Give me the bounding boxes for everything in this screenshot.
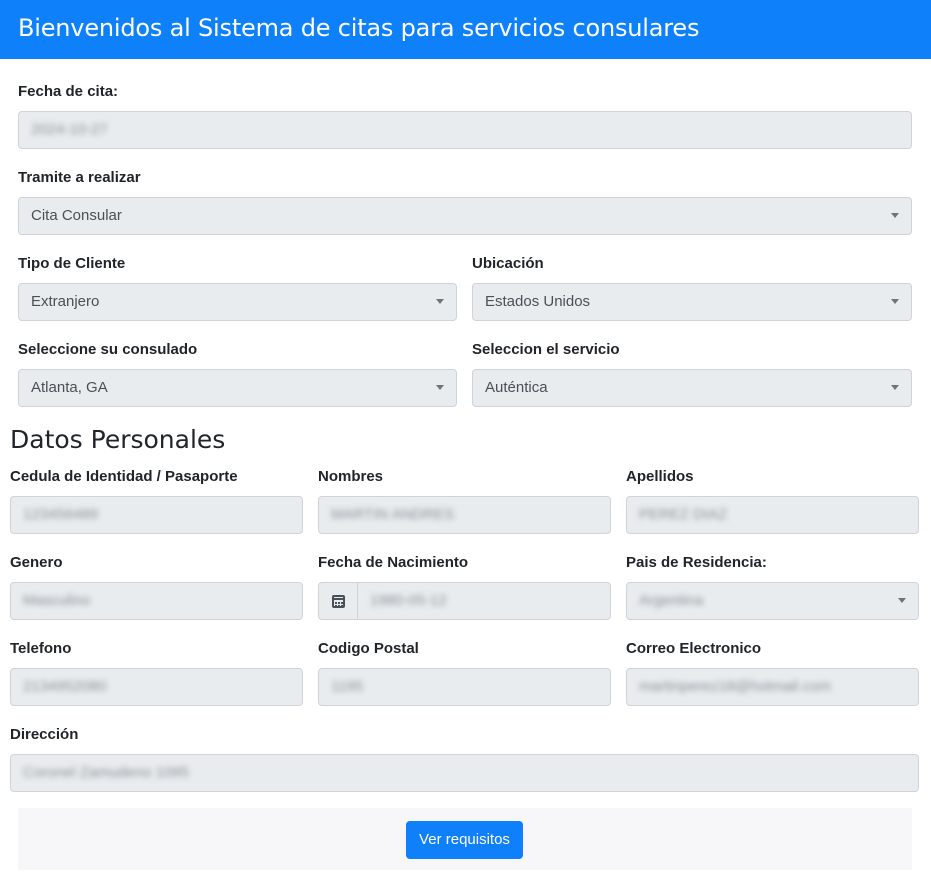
servicio-label: Seleccion el servicio [472, 341, 620, 358]
telefono-value: 2134952080 [23, 678, 107, 695]
fecha-cita-field[interactable]: 2024-10-27 [18, 111, 912, 149]
genero-label: Genero [10, 554, 63, 571]
correo-input[interactable]: martinperez18@hotmail.com [626, 668, 919, 706]
consulado-select[interactable]: Atlanta, GA [18, 369, 457, 407]
tramite-select[interactable]: Cita Consular [18, 197, 912, 235]
apellidos-input[interactable]: PEREZ DIAZ [626, 496, 919, 534]
cedula-label: Cedula de Identidad / Pasaporte [10, 468, 238, 485]
direccion-input[interactable]: Coronel Zamudeno 1095 [10, 754, 919, 792]
datos-personales-title: Datos Personales [10, 425, 226, 454]
ver-requisitos-button[interactable]: Ver requisitos [406, 821, 523, 859]
cedula-value: 123456489 [23, 506, 99, 523]
fecha-cita-label: Fecha de cita: [18, 83, 119, 100]
calendar-button[interactable] [318, 582, 358, 620]
tipo-cliente-value: Extranjero [31, 293, 100, 310]
telefono-input[interactable]: 2134952080 [10, 668, 303, 706]
telefono-label: Telefono [10, 640, 72, 657]
direccion-label: Dirección [10, 726, 79, 743]
ubicacion-value: Estados Unidos [485, 293, 591, 310]
tramite-value: Cita Consular [31, 207, 122, 224]
nombres-input[interactable]: MARTIN ANDRES [318, 496, 611, 534]
fecha-cita-value: 2024-10-27 [31, 121, 108, 138]
apellidos-value: PEREZ DIAZ [639, 506, 728, 523]
apellidos-label: Apellidos [626, 468, 694, 485]
nombres-label: Nombres [318, 468, 384, 485]
direccion-value: Coronel Zamudeno 1095 [23, 764, 189, 781]
consulado-label: Seleccione su consulado [18, 341, 198, 358]
nacimiento-label: Fecha de Nacimiento [318, 554, 469, 571]
nacimiento-input[interactable]: 1980-05-12 [357, 582, 611, 620]
tipo-cliente-label: Tipo de Cliente [18, 255, 126, 272]
calendar-icon [332, 595, 345, 608]
correo-value: martinperez18@hotmail.com [639, 678, 831, 695]
servicio-value: Auténtica [485, 379, 548, 396]
ubicacion-select[interactable]: Estados Unidos [472, 283, 912, 321]
genero-value: Masculino [23, 592, 91, 609]
consulado-value: Atlanta, GA [31, 379, 108, 396]
pais-label: Pais de Residencia: [626, 554, 767, 571]
page-header: Bienvenidos al Sistema de citas para ser… [0, 0, 931, 59]
cedula-input[interactable]: 123456489 [10, 496, 303, 534]
page-title: Bienvenidos al Sistema de citas para ser… [18, 14, 700, 42]
genero-input[interactable]: Masculino [10, 582, 303, 620]
correo-label: Correo Electronico [626, 640, 762, 657]
postal-label: Codigo Postal [318, 640, 419, 657]
postal-input[interactable]: 1195 [318, 668, 611, 706]
pais-value: Argentina [639, 592, 704, 609]
servicio-select[interactable]: Auténtica [472, 369, 912, 407]
tramite-label: Tramite a realizar [18, 169, 141, 186]
ubicacion-label: Ubicación [472, 255, 544, 272]
nombres-value: MARTIN ANDRES [331, 506, 455, 523]
postal-value: 1195 [331, 678, 364, 695]
tipo-cliente-select[interactable]: Extranjero [18, 283, 457, 321]
nacimiento-value: 1980-05-12 [370, 592, 447, 609]
pais-select[interactable]: Argentina [626, 582, 919, 620]
form-actions: Ver requisitos [18, 808, 912, 870]
